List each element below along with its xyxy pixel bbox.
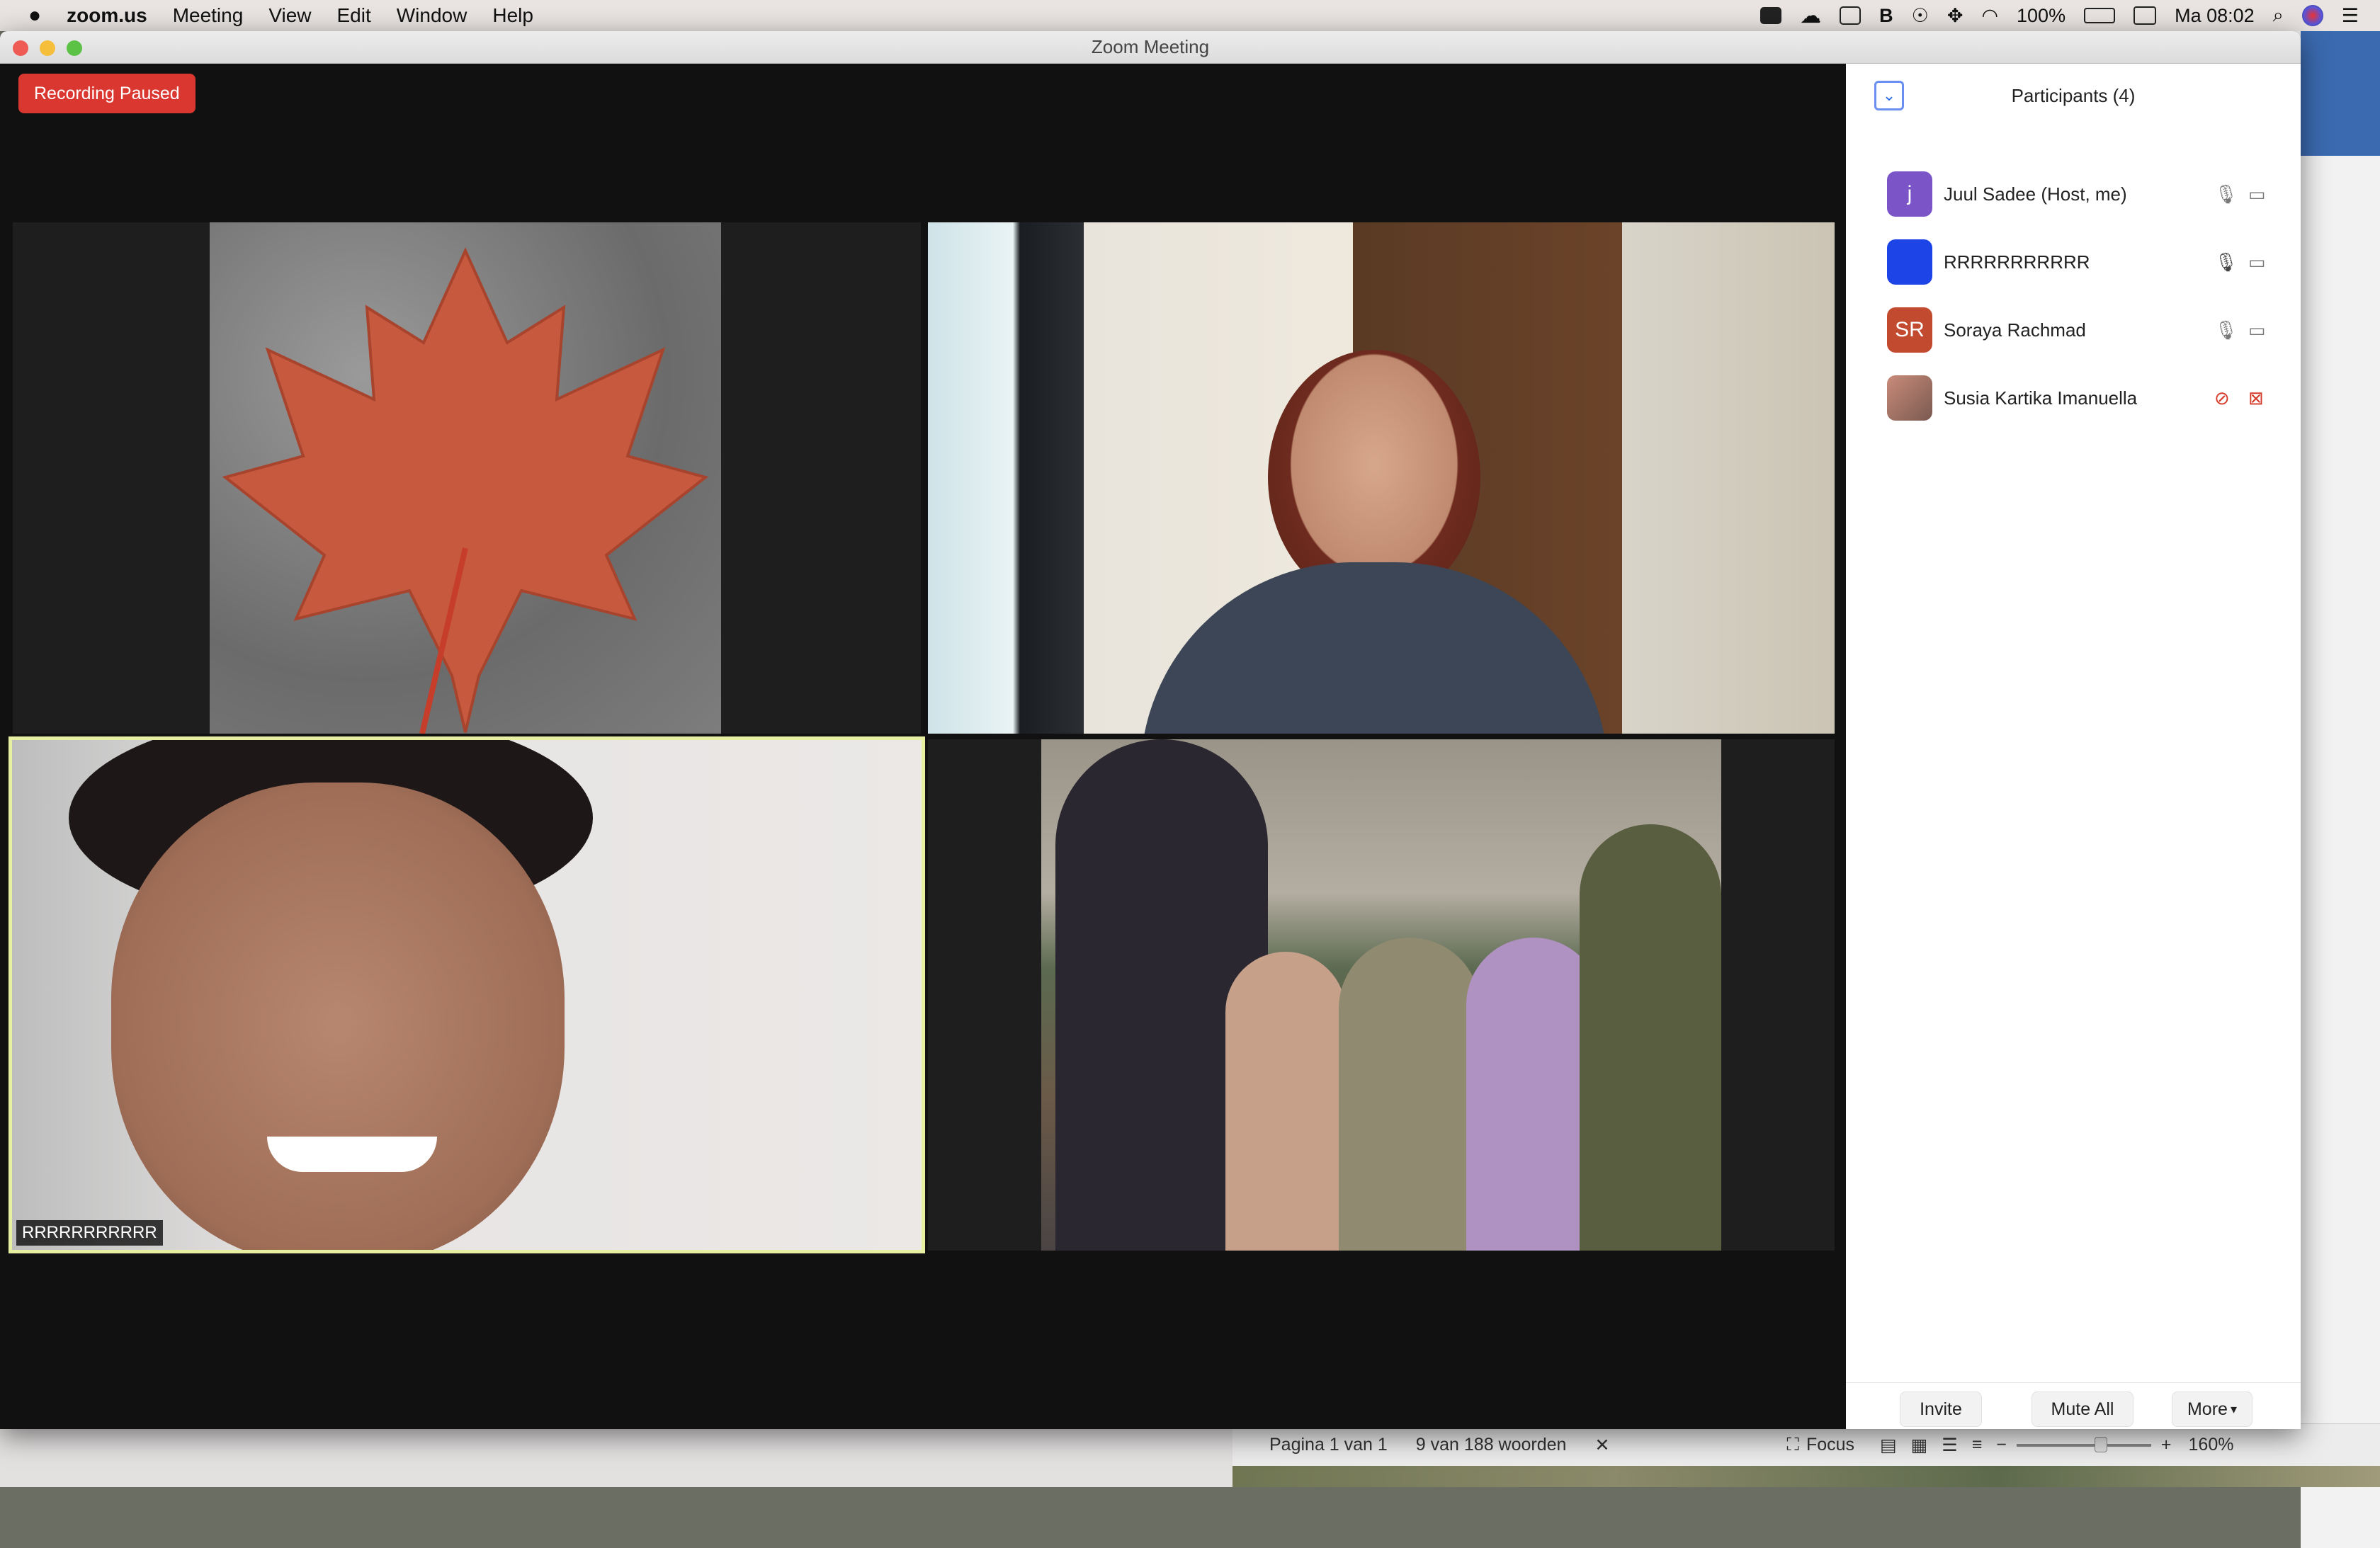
page-count[interactable]: Pagina 1 van 1 bbox=[1269, 1435, 1388, 1455]
apple-icon[interactable]: ● bbox=[28, 4, 41, 28]
zoom-slider[interactable] bbox=[2016, 1436, 2151, 1452]
video-tile-leaf[interactable] bbox=[13, 222, 921, 734]
microphone-icon[interactable]: 🎙 bbox=[2214, 251, 2238, 273]
volume-icon[interactable]: ✥ bbox=[1947, 5, 1964, 27]
draft-icon[interactable]: ≡ bbox=[1972, 1435, 1983, 1455]
microphone-icon[interactable]: 🎙 bbox=[2214, 183, 2238, 205]
invite-button[interactable]: Invite bbox=[1900, 1392, 1982, 1427]
word-status-bar: Pagina 1 van 1 9 van 188 woorden ✕ ⛶ Foc… bbox=[1232, 1423, 2380, 1466]
focus-icon[interactable]: ⛶ bbox=[1786, 1435, 1799, 1455]
participants-header: ⌄ Participants (4) bbox=[1846, 64, 2301, 127]
minimize-button[interactable] bbox=[40, 40, 55, 56]
participant-name: Susia Kartika Imanuella bbox=[1944, 387, 2138, 409]
menu-window[interactable]: Window bbox=[397, 4, 468, 27]
more-button-label: More bbox=[2187, 1399, 2228, 1419]
fullscreen-button[interactable] bbox=[67, 40, 82, 56]
desktop-wallpaper bbox=[1232, 1466, 2380, 1487]
accessibility-icon[interactable]: ☉ bbox=[1912, 5, 1929, 27]
participant-row[interactable]: RRRRRRRRRRR 🎙 ▭ bbox=[1846, 228, 2301, 296]
microphone-muted-icon[interactable]: ⊘ bbox=[2214, 387, 2230, 409]
avatar bbox=[1887, 239, 1932, 285]
participant-name: RRRRRRRRRRR bbox=[1944, 251, 2090, 273]
microphone-icon[interactable]: 🎙 bbox=[2214, 319, 2238, 341]
wifi-icon[interactable]: ◠ bbox=[1981, 5, 1998, 27]
avatar: SR bbox=[1887, 307, 1932, 353]
notification-center-icon[interactable]: ☰ bbox=[2342, 5, 2359, 27]
search-icon[interactable]: ⌕ bbox=[2273, 4, 2284, 27]
more-button[interactable]: More ▾ bbox=[2172, 1392, 2252, 1427]
participants-footer: Invite Mute All More ▾ bbox=[1846, 1382, 2301, 1429]
participant-row[interactable]: Susia Kartika Imanuella ⊘ ⊠ bbox=[1846, 364, 2301, 432]
room-video-feed bbox=[928, 222, 1835, 734]
window-titlebar[interactable]: Zoom Meeting bbox=[0, 31, 2301, 64]
window-title: Zoom Meeting bbox=[1091, 36, 1210, 57]
person-silhouette bbox=[55, 740, 593, 1250]
battery-percent: 100% bbox=[2017, 4, 2066, 26]
mute-all-button[interactable]: Mute All bbox=[2032, 1392, 2134, 1427]
close-button[interactable] bbox=[13, 40, 28, 56]
leaf-video-feed bbox=[210, 222, 721, 734]
video-camera-off-icon[interactable]: ⊠ bbox=[2248, 387, 2264, 409]
person-silhouette bbox=[1339, 938, 1480, 1251]
display-icon[interactable] bbox=[1840, 6, 1862, 25]
chevron-down-icon: ▾ bbox=[2230, 1401, 2237, 1416]
macos-menubar: ● zoom.us Meeting View Edit Window Help … bbox=[0, 0, 2380, 31]
menu-help[interactable]: Help bbox=[492, 4, 533, 27]
desktop-background bbox=[0, 1423, 1232, 1487]
avatar bbox=[1887, 375, 1932, 421]
battery-icon[interactable] bbox=[2084, 8, 2116, 23]
creative-cloud-icon[interactable]: ☁ bbox=[1800, 4, 1821, 28]
video-camera-icon[interactable]: ▭ bbox=[2248, 319, 2266, 341]
participant-row[interactable]: SR Soraya Rachmad 🎙 ▭ bbox=[1846, 296, 2301, 364]
video-tile-group[interactable] bbox=[928, 739, 1835, 1251]
camera-icon[interactable] bbox=[1760, 7, 1782, 24]
video-tile-woman[interactable] bbox=[928, 222, 1835, 734]
print-layout-icon[interactable]: ▤ bbox=[1880, 1435, 1897, 1456]
proofing-icon[interactable]: ✕ bbox=[1594, 1435, 1609, 1456]
participant-name: Soraya Rachmad bbox=[1944, 319, 2086, 341]
video-camera-icon[interactable]: ▭ bbox=[2248, 251, 2266, 273]
person-silhouette bbox=[1580, 824, 1721, 1251]
participant-name-tag: RRRRRRRRRRR bbox=[16, 1220, 163, 1246]
recording-status-badge[interactable]: Recording Paused bbox=[18, 74, 196, 113]
participant-row[interactable]: j Juul Sadee (Host, me) 🎙 ▭ bbox=[1846, 160, 2301, 228]
web-layout-icon[interactable]: ▦ bbox=[1911, 1435, 1928, 1456]
status-menus: ☁ B ☉ ✥ ◠ 100% Ma 08:02 ⌕ ☰ bbox=[1760, 0, 2359, 31]
collapse-panel-icon[interactable]: ⌄ bbox=[1874, 81, 1904, 110]
siri-icon[interactable] bbox=[2301, 5, 2323, 26]
bluetooth-icon[interactable]: B bbox=[1879, 5, 1893, 27]
word-document-sliver bbox=[2301, 156, 2380, 1548]
focus-button[interactable]: Focus bbox=[1806, 1435, 1854, 1455]
video-tile-active-speaker[interactable]: RRRRRRRRRRR bbox=[8, 736, 925, 1253]
word-ribbon-sliver bbox=[2301, 31, 2380, 156]
video-camera-icon[interactable]: ▭ bbox=[2248, 183, 2266, 205]
clock[interactable]: Ma 08:02 bbox=[2175, 5, 2255, 27]
avatar: j bbox=[1887, 171, 1932, 217]
person-silhouette bbox=[1225, 952, 1346, 1251]
keyboard-icon[interactable] bbox=[2134, 6, 2157, 25]
menu-meeting[interactable]: Meeting bbox=[173, 4, 244, 27]
person-silhouette bbox=[1140, 350, 1608, 734]
menu-view[interactable]: View bbox=[268, 4, 311, 27]
participant-name: Juul Sadee (Host, me) bbox=[1944, 183, 2127, 205]
participants-title: Participants (4) bbox=[2011, 84, 2136, 106]
zoom-out-icon[interactable]: − bbox=[1996, 1435, 2007, 1455]
maple-leaf-icon bbox=[222, 247, 709, 734]
app-menu[interactable]: zoom.us bbox=[67, 4, 147, 27]
zoom-in-icon[interactable]: + bbox=[2161, 1435, 2172, 1455]
zoom-meeting-window: Zoom Meeting Recording Paused RRRRRRRRRR… bbox=[0, 31, 2301, 1429]
word-count[interactable]: 9 van 188 woorden bbox=[1416, 1435, 1567, 1455]
participants-panel: ⌄ Participants (4) j Juul Sadee (Host, m… bbox=[1846, 64, 2301, 1429]
menu-edit[interactable]: Edit bbox=[337, 4, 371, 27]
zoom-level[interactable]: 160% bbox=[2189, 1435, 2234, 1455]
speaker-video-feed bbox=[12, 740, 922, 1250]
outline-icon[interactable]: ☰ bbox=[1942, 1435, 1957, 1456]
group-video-feed bbox=[1041, 739, 1721, 1251]
